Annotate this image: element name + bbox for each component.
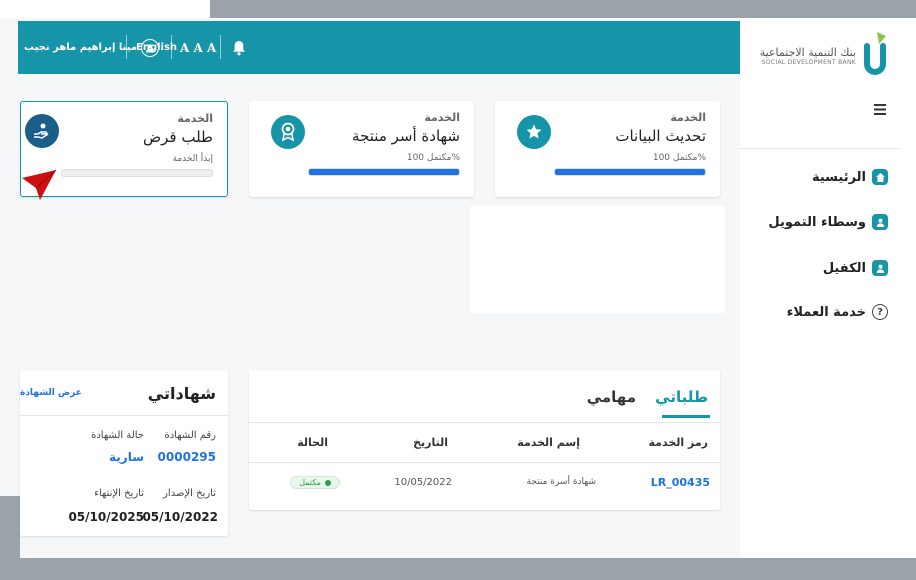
date-cell: 10/05/2022 — [394, 477, 452, 488]
bottom-grey-overlay — [20, 558, 736, 580]
sidebar-item-home[interactable]: الرئيسية — [812, 169, 888, 185]
award-icon — [271, 115, 305, 149]
issue-date: 05/10/2022 — [142, 510, 218, 524]
sidebar-item-guarantor[interactable]: الكفيل — [823, 260, 888, 276]
certificates-title: شهاداتي — [147, 384, 216, 403]
service-label: الخدمة — [177, 112, 213, 125]
brand-logo-text: بنك التنمية الاجتماعية SOCIAL DEVELOPMEN… — [746, 46, 856, 66]
cert-status: سارية — [109, 450, 144, 464]
view-certificate-link[interactable]: عرض الشهادة — [20, 388, 82, 398]
service-title: شهادة أسر منتجة — [352, 127, 460, 145]
column-header: إسم الخدمة — [517, 436, 580, 449]
top-white-strip — [0, 0, 210, 18]
service-status: مكتمل 100% — [406, 153, 460, 163]
progress-bar — [61, 169, 213, 177]
progress-fill — [555, 169, 705, 175]
sidebar-item-label: الكفيل — [822, 260, 866, 276]
header-divider — [171, 35, 172, 59]
top-header: مينا إبراهيم ماهر نجيب English A A A — [18, 21, 740, 74]
header-divider — [126, 35, 127, 59]
money-hand-icon — [25, 114, 59, 148]
header-divider — [220, 35, 221, 59]
issue-date-label: تاريخ الإصدار — [163, 488, 216, 499]
user-card-icon — [872, 260, 888, 276]
service-label: الخدمة — [670, 111, 706, 124]
table-divider — [249, 462, 720, 463]
service-name-cell: شهادة أسرة منتجة — [526, 477, 597, 487]
column-header: التاريخ — [413, 436, 448, 449]
status-text: مكتمل — [299, 478, 321, 487]
sidebar-item-label: وسطاء التمويل — [768, 214, 866, 230]
certificates-panel: شهاداتي عرض الشهادة رقم الشهادة 0000295 … — [20, 370, 228, 536]
cert-status-label: حالة الشهادة — [91, 430, 144, 441]
table-divider — [249, 422, 720, 423]
column-header: الحالة — [297, 436, 328, 449]
progress-bar — [308, 168, 460, 176]
tab-my-requests[interactable]: طلباتي — [655, 388, 708, 406]
sidebar: بنك التنمية الاجتماعية SOCIAL DEVELOPMEN… — [740, 18, 916, 558]
hamburger-icon[interactable] — [874, 100, 886, 119]
expiry-date-label: تاريخ الإنتهاء — [94, 488, 144, 499]
service-status: مكتمل 100% — [652, 153, 706, 163]
service-title: طلب قرض — [143, 128, 213, 146]
star-icon — [517, 115, 551, 149]
question-icon: ? — [872, 304, 888, 320]
service-title: تحديث البيانات — [615, 127, 706, 145]
sidebar-item-customer-service[interactable]: ? خدمة العملاء — [787, 304, 888, 320]
column-header: رمز الخدمة — [648, 436, 708, 449]
requests-panel: طلباتي مهامي رمز الخدمة إسم الخدمة التار… — [249, 370, 720, 510]
service-label: الخدمة — [424, 111, 460, 124]
cert-number: 0000295 — [157, 450, 216, 464]
status-badge: مكتمل — [290, 476, 340, 489]
user-name: مينا إبراهيم ماهر نجيب — [24, 42, 137, 53]
service-card-productive-families[interactable]: الخدمة شهادة أسر منتجة مكتمل 100% — [249, 101, 474, 197]
service-status: إبدأ الخدمة — [172, 154, 213, 164]
service-code-link[interactable]: LR_00435 — [651, 476, 710, 489]
expiry-date: 05/10/2025 — [68, 510, 144, 524]
font-size-controls[interactable]: A A A — [180, 21, 216, 74]
user-card-icon — [872, 214, 888, 230]
home-icon — [872, 169, 888, 185]
progress-fill — [309, 169, 459, 175]
logo-icon — [864, 28, 890, 76]
brand-name-ar: بنك التنمية الاجتماعية — [759, 46, 856, 59]
active-tab-indicator — [662, 415, 710, 418]
tab-my-tasks[interactable]: مهامي — [587, 388, 636, 406]
left-grey-overlay — [0, 496, 20, 580]
cert-number-label: رقم الشهادة — [164, 430, 216, 441]
bell-icon[interactable] — [232, 21, 246, 74]
sidebar-item-label: خدمة العملاء — [786, 304, 866, 320]
pointer-arrow-icon — [20, 168, 60, 206]
panel-divider — [20, 415, 228, 416]
progress-bar — [554, 168, 706, 176]
sidebar-item-label: الرئيسية — [811, 169, 866, 185]
sidebar-item-finance-brokers[interactable]: وسطاء التمويل — [768, 214, 888, 230]
sidebar-divider — [740, 148, 900, 149]
status-dot-icon — [325, 479, 331, 486]
blank-panel — [470, 206, 725, 313]
brand-name-en: SOCIAL DEVELOPMENT BANK — [761, 59, 856, 66]
service-card-update-data[interactable]: الخدمة تحديث البيانات مكتمل 100% — [495, 101, 720, 197]
